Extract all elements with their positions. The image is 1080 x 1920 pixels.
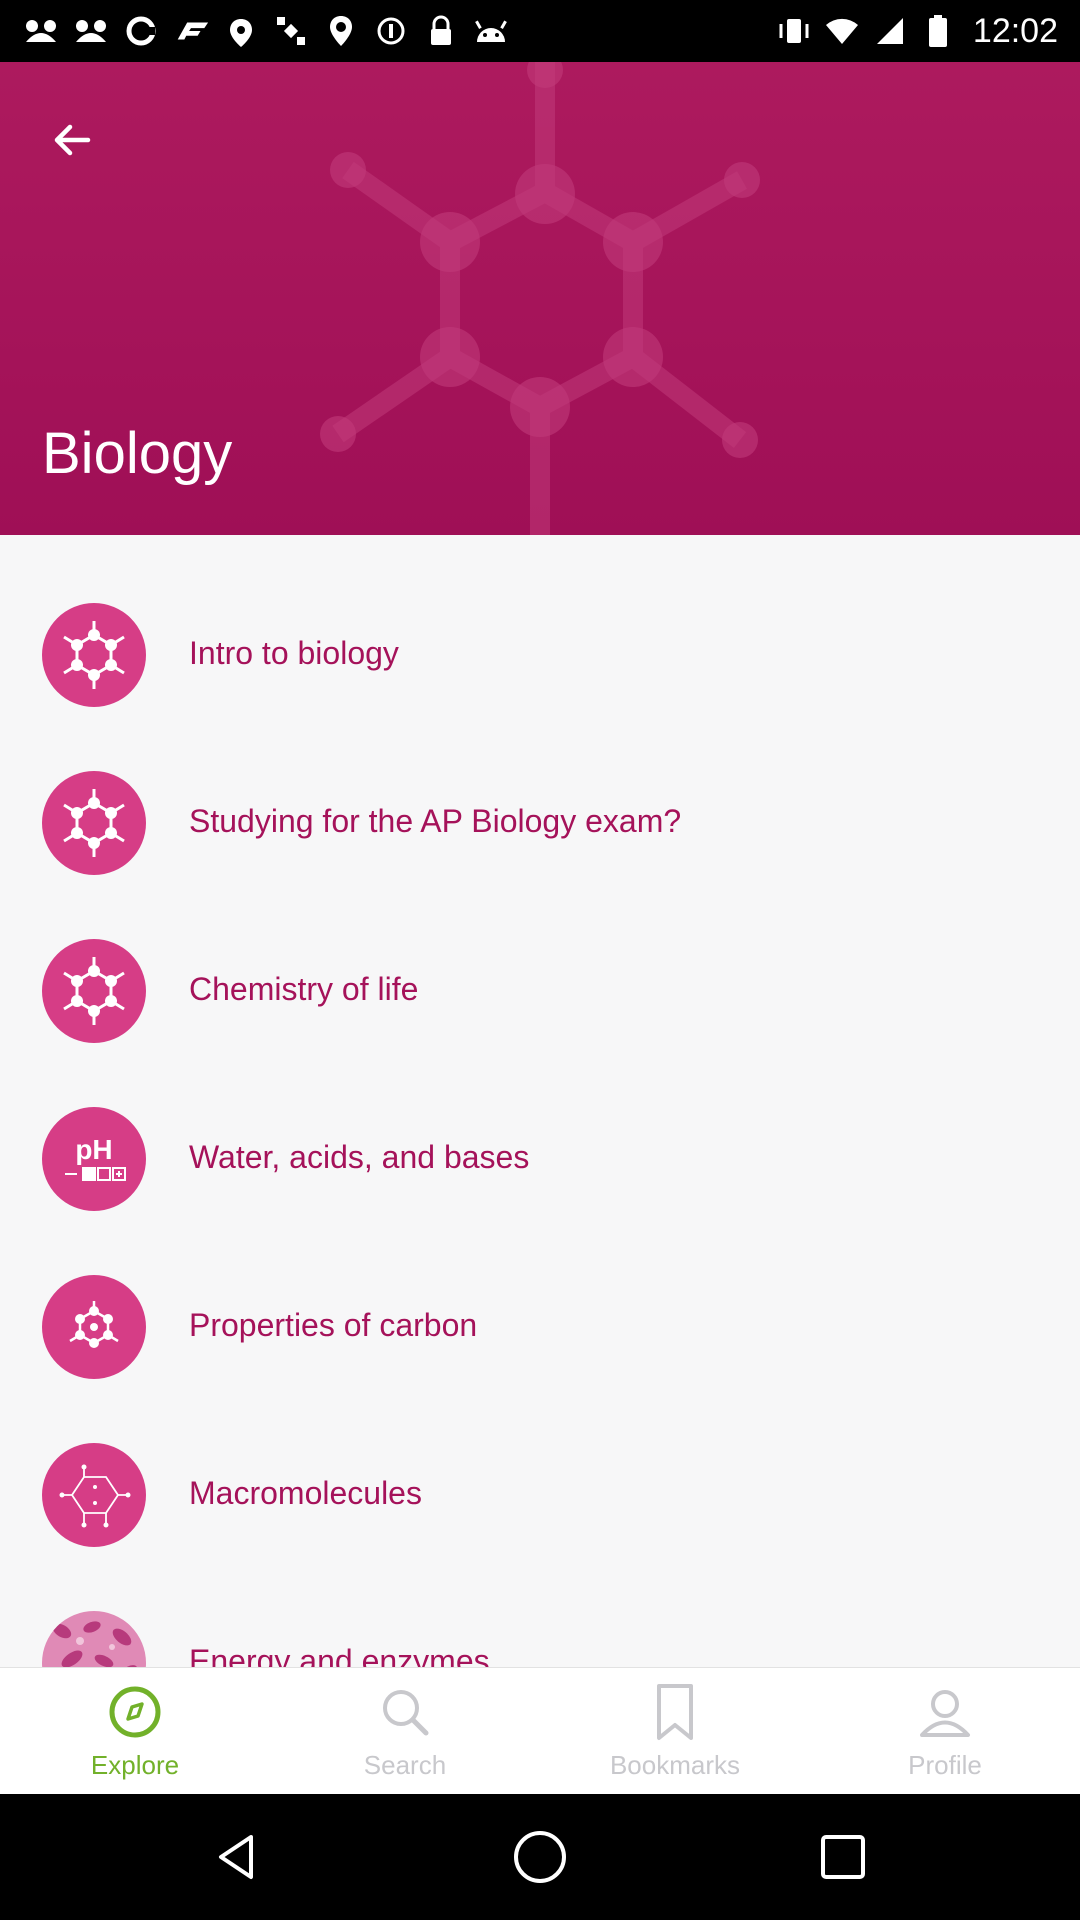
compass-icon bbox=[107, 1684, 163, 1740]
nav-label: Search bbox=[363, 1750, 447, 1780]
vibrate-icon bbox=[775, 12, 813, 50]
status-left-icons bbox=[22, 8, 510, 54]
list-item-macromolecules[interactable]: Macromolecules bbox=[0, 1405, 1080, 1573]
satellite-icon bbox=[272, 12, 310, 50]
system-navigation-bar bbox=[0, 1794, 1080, 1920]
list-item-chemistry-of-life[interactable]: Chemistry of life bbox=[0, 901, 1080, 1069]
bottom-navigation: Explore Search Bookmarks Profile bbox=[0, 1667, 1080, 1795]
system-recents-button[interactable] bbox=[808, 1822, 878, 1892]
back-button[interactable] bbox=[44, 112, 100, 168]
home-circle-icon bbox=[514, 1831, 566, 1883]
ph-icon-text: pH bbox=[75, 1134, 112, 1165]
person-icon bbox=[917, 1684, 973, 1740]
notification-icon bbox=[72, 12, 110, 50]
bookmark-icon bbox=[647, 1684, 703, 1740]
list-item-intro-to-biology[interactable]: Intro to biology bbox=[0, 565, 1080, 733]
topic-label: Studying for the AP Biology exam? bbox=[189, 803, 682, 839]
topic-label: Macromolecules bbox=[189, 1475, 422, 1511]
lock-icon bbox=[422, 12, 460, 50]
battery-icon bbox=[919, 12, 957, 50]
list-item-ap-biology[interactable]: Studying for the AP Biology exam? bbox=[0, 733, 1080, 901]
fake-gps-icon bbox=[222, 12, 260, 50]
signal-icon bbox=[871, 12, 909, 50]
c-icon bbox=[122, 12, 160, 50]
molecule-icon bbox=[42, 939, 146, 1043]
topic-header: Biology bbox=[0, 62, 1080, 535]
status-time: 12:02 bbox=[972, 11, 1058, 50]
molecule-icon bbox=[42, 603, 146, 707]
recents-square-icon bbox=[821, 1835, 865, 1879]
molecule-icon bbox=[42, 771, 146, 875]
nav-profile[interactable]: Profile bbox=[810, 1668, 1080, 1795]
topic-label: Intro to biology bbox=[189, 635, 399, 671]
topic-label: Properties of carbon bbox=[189, 1307, 478, 1343]
list-item-properties-of-carbon[interactable]: Properties of carbon bbox=[0, 1237, 1080, 1405]
nav-search[interactable]: Search bbox=[270, 1668, 540, 1795]
nav-explore[interactable]: Explore bbox=[0, 1668, 270, 1795]
ph-icon: pH bbox=[42, 1107, 146, 1211]
back-triangle-icon bbox=[219, 1835, 253, 1879]
topic-label: Chemistry of life bbox=[189, 971, 419, 1007]
carbon-ring-icon bbox=[42, 1275, 146, 1379]
status-bar: 12:02 bbox=[0, 0, 1080, 62]
android-icon bbox=[472, 12, 510, 50]
status-right-icons: 12:02 bbox=[775, 8, 1058, 54]
arrow-left-icon bbox=[54, 124, 91, 156]
f1-icon bbox=[172, 12, 210, 50]
list-item-water-acids-bases[interactable]: pH Water, acids, and bases bbox=[0, 1069, 1080, 1237]
system-back-button[interactable] bbox=[202, 1822, 272, 1892]
topic-label: Energy and enzymes bbox=[189, 1643, 490, 1667]
search-icon bbox=[377, 1684, 433, 1740]
nav-label: Profile bbox=[908, 1750, 982, 1780]
nav-label: Bookmarks bbox=[609, 1750, 741, 1780]
location-icon bbox=[322, 12, 360, 50]
nav-label: Explore bbox=[90, 1750, 180, 1780]
glucose-structure-icon bbox=[42, 1443, 146, 1547]
topic-label: Water, acids, and bases bbox=[189, 1139, 530, 1175]
system-home-button[interactable] bbox=[505, 1822, 575, 1892]
page-title: Biology bbox=[42, 421, 233, 486]
topic-list: Intro to biology Studying for the AP Bio… bbox=[0, 535, 1080, 1667]
notification-icon bbox=[22, 12, 60, 50]
cell-tissue-image bbox=[42, 1611, 146, 1667]
wifi-icon bbox=[823, 12, 861, 50]
list-item-energy-and-enzymes[interactable]: Energy and enzymes bbox=[0, 1573, 1080, 1667]
info-icon bbox=[372, 12, 410, 50]
nav-bookmarks[interactable]: Bookmarks bbox=[540, 1668, 810, 1795]
